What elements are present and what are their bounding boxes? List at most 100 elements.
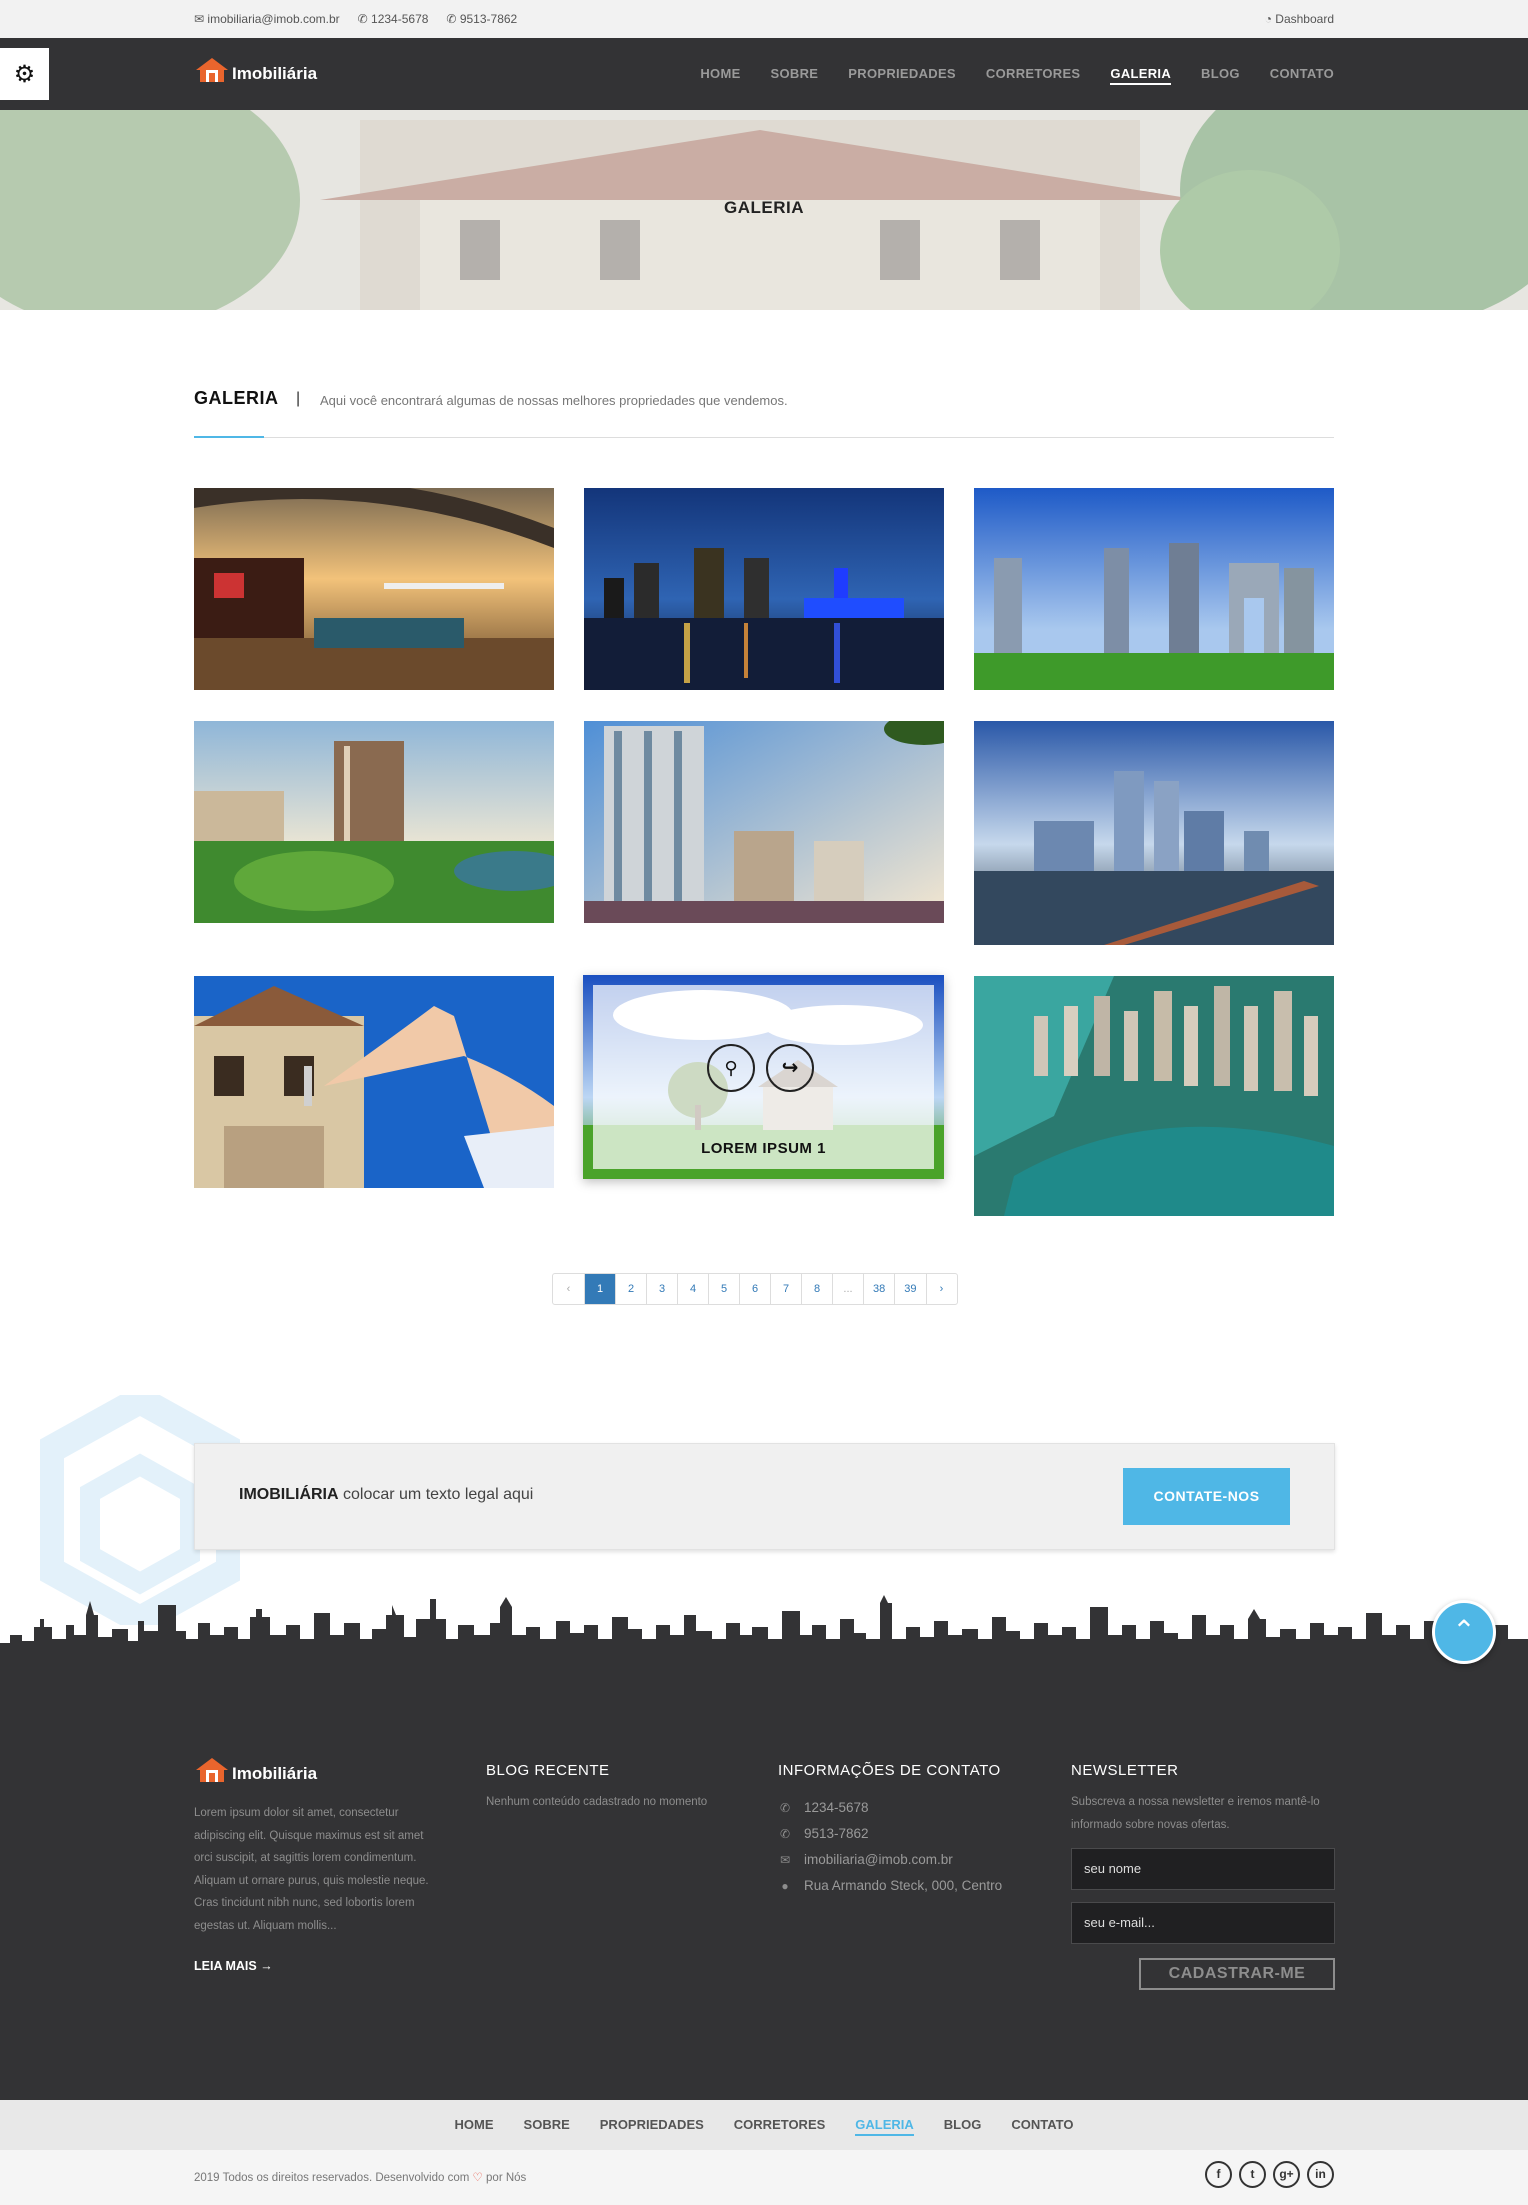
copyright-text: 2019 Todos os direitos reservados. Desen… [194,2172,527,2184]
gallery-image-house-keys[interactable] [194,976,554,1188]
phone-icon: ✆ [357,12,368,26]
newsletter-subscribe-button[interactable]: CADASTRAR-ME [1139,1958,1335,1990]
topbar-phone-1: ✆ 1234-5678 [357,12,429,26]
footer-about-text: Lorem ipsum dolor sit amet, consectetur … [194,1807,429,1932]
back-to-top-button[interactable]: ⌃ [1432,1600,1496,1664]
pagination-next[interactable]: › [925,1274,957,1304]
globe-icon: ● [781,1879,789,1893]
gallery-caption: LOREM IPSUM 1 [701,1140,826,1157]
city-skyline-silhouette [0,1595,1528,1665]
phone-icon: ✆ [446,12,457,26]
linkedin-icon[interactable]: in [1307,2161,1334,2188]
section-title: GALERIA [194,388,279,408]
pagination-page[interactable]: 6 [739,1274,770,1304]
footer-blog-title: BLOG RECENTE [486,1762,610,1779]
bottom-nav-home[interactable]: HOME [455,2117,494,2136]
section-accent-bar [194,436,264,438]
phone-icon: ✆ [779,1827,791,1841]
pagination-page[interactable]: 1 [584,1274,615,1304]
cta-box: IMOBILIÁRIA colocar um texto legal aqui … [194,1443,1335,1550]
dashboard-link[interactable]: ◔ Dashboard [1265,12,1334,26]
gallery-image-highrise-apartments[interactable] [584,721,944,923]
section-separator: | [296,390,301,407]
footer-address: ● Rua Armando Steck, 000, Centro [778,1873,1038,1899]
newsletter-name-input[interactable]: seu nome [1071,1848,1335,1890]
bottom-nav-corretores[interactable]: CORRETORES [734,2117,826,2136]
footer-phone-2: ✆ 9513-7862 [778,1821,1038,1847]
pagination-prev[interactable]: ‹ [553,1274,584,1304]
nav-home[interactable]: HOME [700,66,740,85]
footer-blog: BLOG RECENTE Nenhum conteúdo cadastrado … [486,1762,736,1814]
envelope-icon: ✉ [194,12,205,26]
pagination-page[interactable]: 5 [708,1274,739,1304]
footer-about: Imobiliária Lorem ipsum dolor sit amet, … [194,1758,444,1973]
bottom-nav-galeria[interactable]: GALERIA [855,2117,914,2136]
gallery-image-marina-aerial[interactable] [974,976,1334,1216]
gallery-image-luxury-terrace[interactable] [194,488,554,690]
share-icon[interactable]: ↪ [766,1044,814,1092]
phone-icon: ✆ [779,1801,791,1815]
nav-galeria[interactable]: GALERIA [1110,66,1172,85]
footer-brand-name: Imobiliária [232,1764,318,1783]
newsletter-email-input[interactable]: seu e-mail... [1071,1902,1335,1944]
topbar-phone-2: ✆ 9513-7862 [446,12,518,26]
bottom-nav-blog[interactable]: BLOG [944,2117,982,2136]
pagination-page[interactable]: 39 [894,1274,925,1304]
footer-newsletter-text: Subscreva a nossa newsletter e iremos ma… [1071,1796,1320,1831]
search-icon[interactable]: ⚲ [707,1044,755,1092]
nav-menu: HOME SOBRE PROPRIEDADES CORRETORES GALER… [700,66,1334,85]
social-links: f t g+ in [1205,2161,1334,2188]
footer-newsletter: NEWSLETTER Subscreva a nossa newsletter … [1071,1762,1337,1990]
topbar-email[interactable]: ✉ imobiliaria@imob.com.br [194,12,340,26]
section-description: Aqui você encontrará algumas de nossas m… [320,393,788,408]
facebook-icon[interactable]: f [1205,2161,1232,2188]
dashboard-icon: ◔ [1264,12,1272,26]
pagination-page[interactable]: 38 [863,1274,894,1304]
envelope-icon: ✉ [779,1853,791,1867]
cta-text: IMOBILIÁRIA colocar um texto legal aqui [239,1486,534,1503]
footer-logo[interactable]: Imobiliária [194,1756,444,1784]
pagination-page[interactable]: 7 [770,1274,801,1304]
pagination-page[interactable]: 3 [646,1274,677,1304]
nav-corretores[interactable]: CORRETORES [986,66,1081,85]
house-logo-icon [196,58,228,82]
google-plus-icon[interactable]: g+ [1273,2161,1300,2188]
gallery-item-hovered[interactable]: ⚲ ↪ LOREM IPSUM 1 [583,975,944,1179]
read-more-link[interactable]: LEIA MAIS → [194,1959,444,1973]
gallery-image-resort-towers[interactable] [194,721,554,923]
bottom-nav-propriedades[interactable]: PROPRIEDADES [600,2117,704,2136]
brand-name: Imobiliária [232,64,318,83]
contact-us-button[interactable]: CONTATE-NOS [1123,1468,1290,1525]
bottom-nav-sobre[interactable]: SOBRE [524,2117,570,2136]
footer-contact: INFORMAÇÕES DE CONTATO ✆ 1234-5678 ✆ 9513-… [778,1762,1038,1899]
footer-blog-empty: Nenhum conteúdo cadastrado no momento [486,1796,708,1808]
settings-gear-icon[interactable]: ⚙ [0,48,49,100]
heart-icon: ♡ [472,2172,483,2184]
chevron-up-icon: ⌃ [1452,1615,1476,1646]
pagination-page[interactable]: 8 [801,1274,832,1304]
pagination-page[interactable]: 4 [677,1274,708,1304]
page-hero-banner: GALERIA [0,110,1528,310]
pagination-ellipsis: ... [832,1274,863,1304]
top-bar: ✉ imobiliaria@imob.com.br ✆ 1234-5678 ✆ … [0,0,1528,38]
arrow-right-icon: → [260,1959,273,1973]
gallery-image-city-night[interactable] [584,488,944,690]
footer-contact-title: INFORMAÇÕES DE CONTATO [778,1762,1001,1779]
bottom-nav: HOME SOBRE PROPRIEDADES CORRETORES GALER… [0,2100,1528,2150]
gallery-image-glass-towers[interactable] [974,488,1334,690]
brand-logo[interactable]: Imobiliária [194,56,317,84]
pagination-page[interactable]: 2 [615,1274,646,1304]
twitter-icon[interactable]: t [1239,2161,1266,2188]
footer-email[interactable]: ✉ imobiliaria@imob.com.br [778,1847,1038,1873]
footer-newsletter-title: NEWSLETTER [1071,1762,1179,1779]
bottom-nav-contato[interactable]: CONTATO [1011,2117,1073,2136]
gallery-image-skyline-bay[interactable] [974,721,1334,945]
section-header: GALERIA | Aqui você encontrará algumas d… [194,388,1334,438]
hero-title: GALERIA [724,198,804,217]
house-logo-icon [196,1758,228,1782]
nav-blog[interactable]: BLOG [1201,66,1240,85]
pagination: ‹ 1 2 3 4 5 6 7 8 ... 38 39 › [552,1273,958,1305]
nav-propriedades[interactable]: PROPRIEDADES [848,66,956,85]
nav-contato[interactable]: CONTATO [1270,66,1334,85]
nav-sobre[interactable]: SOBRE [771,66,819,85]
